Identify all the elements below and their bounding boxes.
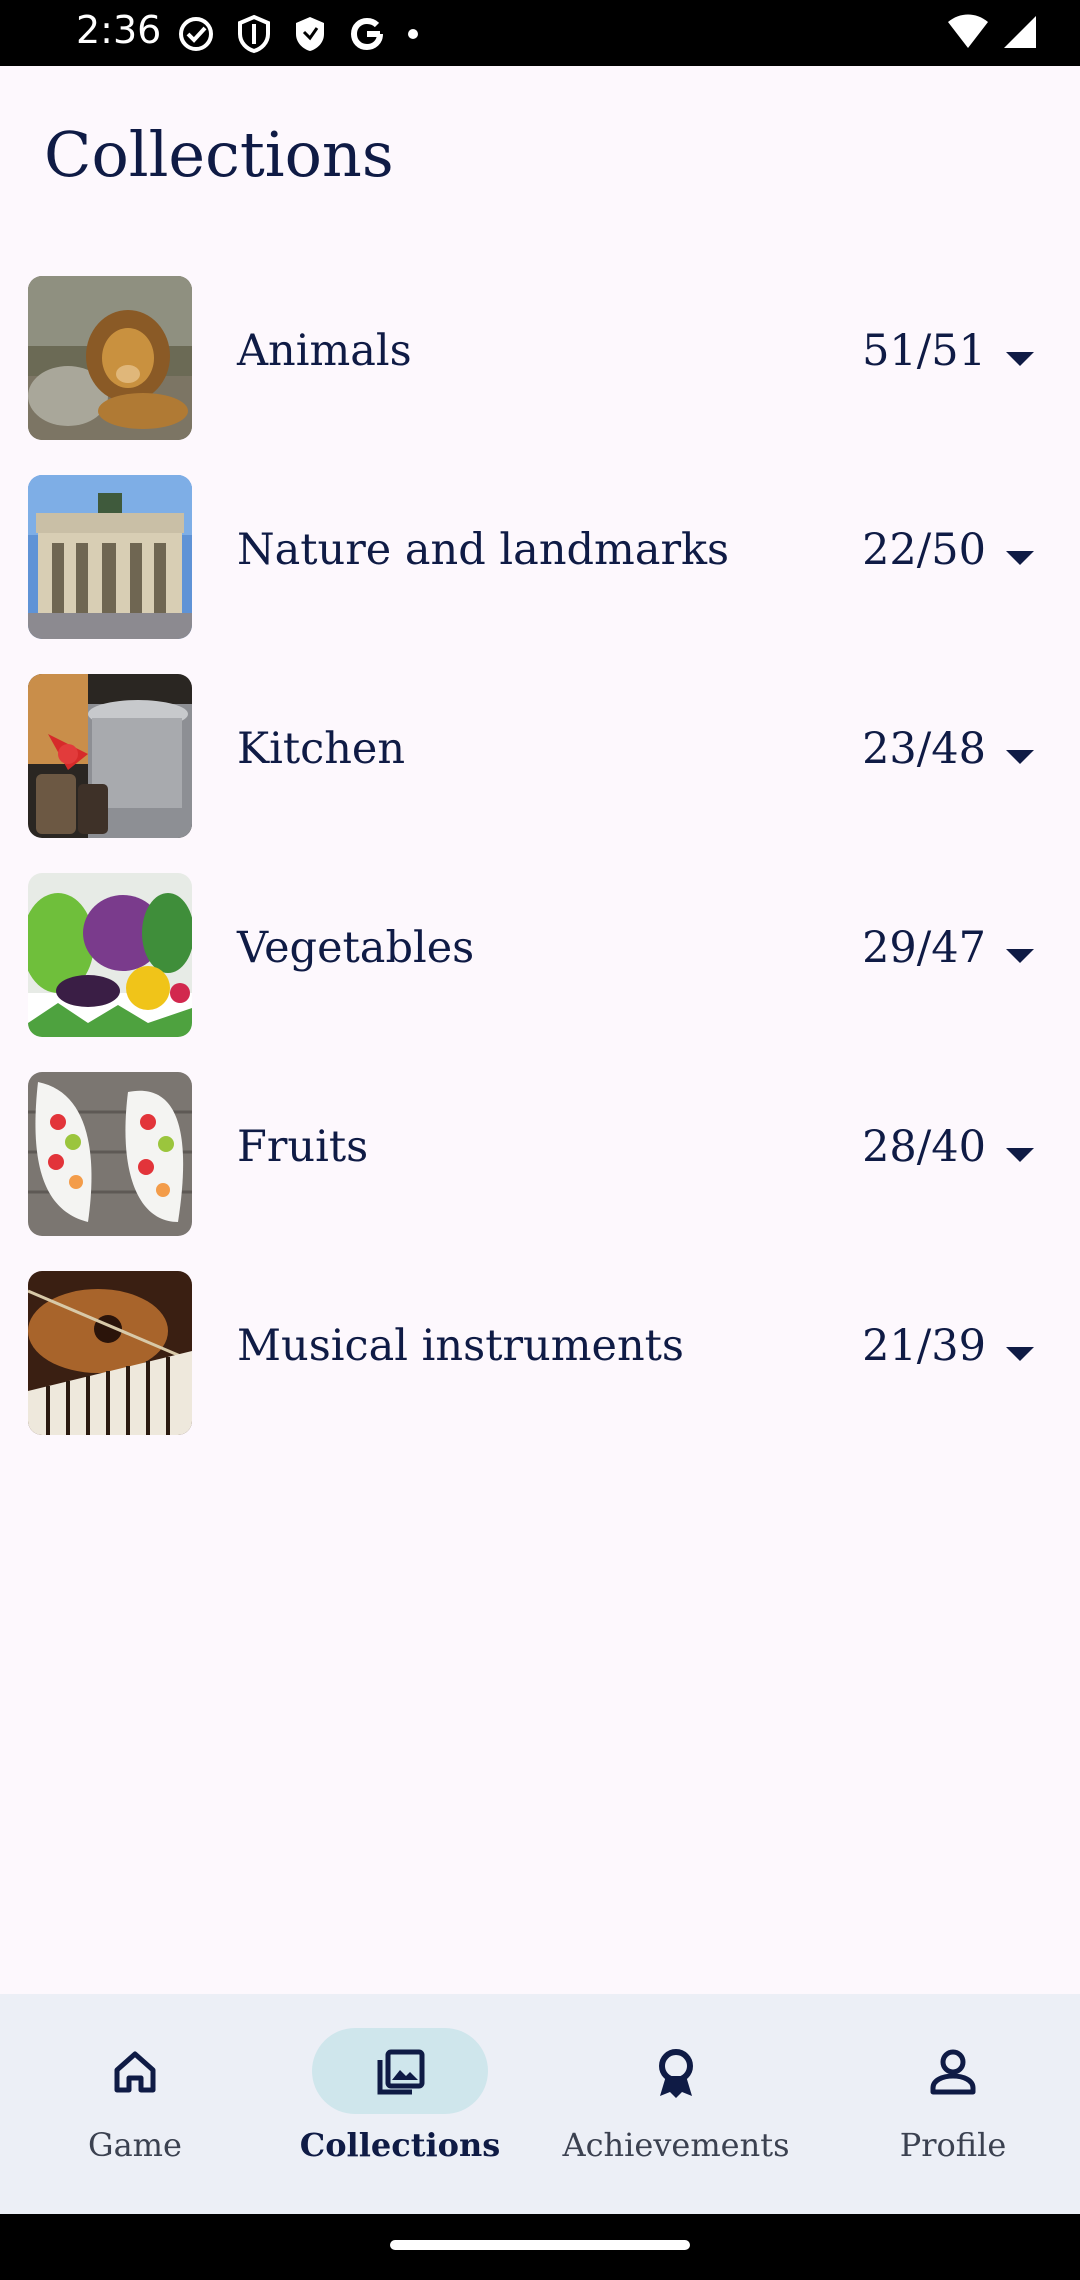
collection-row-animals[interactable]: Animals 51/51 bbox=[0, 276, 1080, 475]
chevron-down-icon[interactable] bbox=[1006, 551, 1034, 565]
collection-count: 51/51 bbox=[862, 326, 986, 376]
nav-item-collections[interactable]: Collections bbox=[265, 1994, 535, 2214]
collection-label: Musical instruments bbox=[237, 1321, 684, 1371]
thumbnail-kitchen-jars bbox=[28, 674, 192, 838]
nav-item-achievements[interactable]: Achievements bbox=[541, 1994, 811, 2214]
dot-icon bbox=[406, 14, 420, 54]
collection-label: Fruits bbox=[237, 1122, 369, 1172]
collection-row-kitchen[interactable]: Kitchen 23/48 bbox=[0, 674, 1080, 873]
nav-label: Game bbox=[88, 2126, 182, 2164]
shield-filled-icon bbox=[292, 14, 328, 54]
nav-label: Achievements bbox=[562, 2126, 790, 2164]
signal-icon bbox=[1002, 12, 1040, 56]
collection-label: Kitchen bbox=[237, 724, 406, 774]
chevron-down-icon[interactable] bbox=[1006, 1347, 1034, 1361]
home-gesture-handle[interactable] bbox=[390, 2240, 690, 2250]
status-time: 2:36 bbox=[76, 8, 162, 52]
award-icon bbox=[648, 2044, 704, 2100]
chevron-down-icon[interactable] bbox=[1006, 1148, 1034, 1162]
collection-count: 23/48 bbox=[862, 724, 986, 774]
chevron-down-icon[interactable] bbox=[1006, 949, 1034, 963]
collections-list: Animals 51/51 Nature and landmarks 22/50 bbox=[0, 276, 1080, 1470]
collection-row-vegetables[interactable]: Vegetables 29/47 bbox=[0, 873, 1080, 1072]
collection-count: 29/47 bbox=[862, 923, 986, 973]
collection-count: 21/39 bbox=[862, 1321, 986, 1371]
collection-count: 28/40 bbox=[862, 1122, 986, 1172]
thumbnail-vegetables bbox=[28, 873, 192, 1037]
page-title: Collections bbox=[44, 118, 394, 191]
google-icon bbox=[348, 14, 386, 54]
collection-count: 22/50 bbox=[862, 525, 986, 575]
person-icon bbox=[925, 2044, 981, 2100]
collection-label: Vegetables bbox=[237, 923, 475, 973]
thumbnail-lion bbox=[28, 276, 192, 440]
chevron-down-icon[interactable] bbox=[1006, 750, 1034, 764]
collection-row-nature-and-landmarks[interactable]: Nature and landmarks 22/50 bbox=[0, 475, 1080, 674]
nav-item-game[interactable]: Game bbox=[0, 1994, 270, 2214]
nav-label: Collections bbox=[299, 2126, 501, 2164]
collection-label: Nature and landmarks bbox=[237, 525, 730, 575]
nav-label: Profile bbox=[899, 2126, 1007, 2164]
nav-item-profile[interactable]: Profile bbox=[818, 1994, 1080, 2214]
collection-label: Animals bbox=[237, 326, 412, 376]
home-icon bbox=[107, 2044, 163, 2100]
collection-row-musical-instruments[interactable]: Musical instruments 21/39 bbox=[0, 1271, 1080, 1470]
shield-outline-icon bbox=[236, 14, 272, 54]
thumbnail-guitar-piano bbox=[28, 1271, 192, 1435]
wifi-icon bbox=[946, 12, 990, 56]
bottom-navigation: Game Collections Achievements Profile bbox=[0, 1994, 1080, 2214]
thumbnail-brandenburg-gate bbox=[28, 475, 192, 639]
collection-row-fruits[interactable]: Fruits 28/40 bbox=[0, 1072, 1080, 1271]
check-circle-icon bbox=[176, 14, 216, 54]
status-bar: 2:36 bbox=[0, 0, 1080, 66]
photo-library-icon bbox=[372, 2044, 428, 2100]
thumbnail-fruit-bowls bbox=[28, 1072, 192, 1236]
chevron-down-icon[interactable] bbox=[1006, 352, 1034, 366]
